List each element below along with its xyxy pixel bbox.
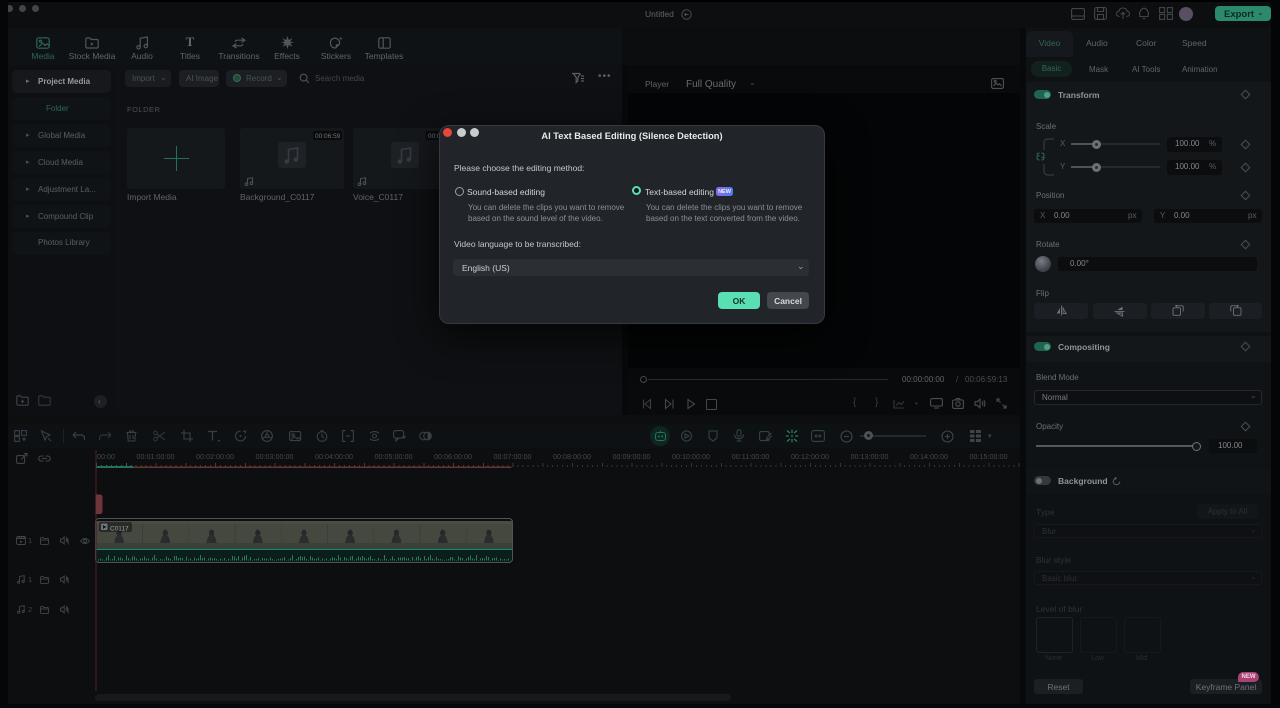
svg-text:00:08:00:00: 00:08:00:00	[553, 452, 591, 461]
svg-text:00:13:00:00: 00:13:00:00	[851, 452, 889, 461]
svg-text:00:12:00:00: 00:12:00:00	[791, 452, 829, 461]
svg-text:00:01:00:00: 00:01:00:00	[137, 452, 175, 461]
svg-text:C0117: C0117	[110, 525, 129, 532]
svg-text:00:03:00:00: 00:03:00:00	[256, 452, 294, 461]
svg-text:00:14:00:00: 00:14:00:00	[910, 452, 948, 461]
svg-text:00:15:00:00: 00:15:00:00	[970, 452, 1008, 461]
svg-text:00:05:00:00: 00:05:00:00	[375, 452, 413, 461]
svg-text:00:02:00:00: 00:02:00:00	[196, 452, 234, 461]
svg-text:00:07:00:00: 00:07:00:00	[494, 452, 532, 461]
svg-text:00:11:00:00: 00:11:00:00	[732, 452, 769, 461]
svg-text:00:10:00:00: 00:10:00:00	[672, 452, 710, 461]
svg-text:00:04:00:00: 00:04:00:00	[315, 452, 353, 461]
svg-text:00:09:00:00: 00:09:00:00	[613, 452, 651, 461]
svg-text:00:06:00:00: 00:06:00:00	[434, 452, 472, 461]
svg-text:00:00: 00:00	[97, 452, 115, 461]
